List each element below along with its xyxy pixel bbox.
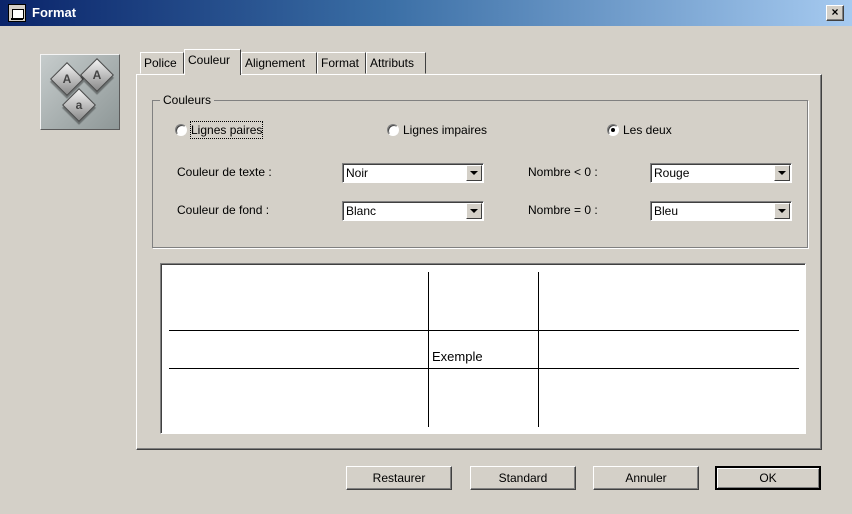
tab-couleur[interactable]: Couleur [184, 49, 241, 75]
radio-label: Lignes impaires [403, 123, 488, 137]
negative-color-select[interactable]: Rouge [650, 163, 792, 183]
tab-alignement[interactable]: Alignement [241, 52, 317, 74]
chevron-down-icon[interactable] [466, 165, 482, 181]
bg-color-select[interactable]: Blanc [342, 201, 484, 221]
sample-preview: Exemple [160, 263, 806, 434]
grid-line [169, 368, 799, 369]
chevron-down-icon[interactable] [466, 203, 482, 219]
radio-circle[interactable] [175, 124, 187, 136]
grid-line [538, 272, 539, 427]
radio-circle[interactable] [387, 124, 399, 136]
zero-color-select[interactable]: Bleu [650, 201, 792, 221]
colors-group-title: Couleurs [160, 93, 215, 107]
logo-tile: A [80, 58, 114, 92]
app-icon [8, 4, 26, 22]
radio-odd-rows[interactable]: Lignes impaires [387, 122, 507, 138]
select-value: Bleu [654, 204, 679, 218]
text-color-select[interactable]: Noir [342, 163, 484, 183]
chevron-down-icon[interactable] [774, 165, 790, 181]
title-bar[interactable]: Format × [0, 0, 852, 26]
logo-tile: a [62, 88, 96, 122]
select-value: Rouge [654, 166, 690, 180]
ok-button[interactable]: OK [715, 466, 821, 490]
abc-logo-icon: A A a [40, 54, 120, 130]
close-button[interactable]: × [826, 5, 844, 21]
radio-both[interactable]: Les deux [607, 122, 687, 138]
chevron-down-icon[interactable] [774, 203, 790, 219]
negative-label: Nombre < 0 : [528, 165, 598, 179]
window-title: Format [32, 5, 77, 20]
bg-color-label: Couleur de fond : [177, 203, 270, 217]
select-value: Noir [346, 166, 369, 180]
tab-police[interactable]: Police [140, 52, 184, 74]
sample-text: Exemple [432, 349, 483, 364]
radio-even-rows[interactable]: Lignes paires [175, 121, 285, 139]
grid-line [169, 330, 799, 331]
tab-attributs[interactable]: Attributs [366, 52, 426, 74]
tab-format[interactable]: Format [317, 52, 366, 74]
cancel-button[interactable]: Annuler [593, 466, 699, 490]
radio-circle[interactable] [607, 124, 619, 136]
radio-label: Lignes paires [189, 121, 264, 139]
standard-button[interactable]: Standard [470, 466, 576, 490]
grid-line [428, 272, 429, 427]
select-value: Blanc [346, 204, 377, 218]
zero-label: Nombre = 0 : [528, 203, 598, 217]
radio-label: Les deux [623, 123, 672, 137]
restore-button[interactable]: Restaurer [346, 466, 452, 490]
text-color-label: Couleur de texte : [177, 165, 272, 179]
